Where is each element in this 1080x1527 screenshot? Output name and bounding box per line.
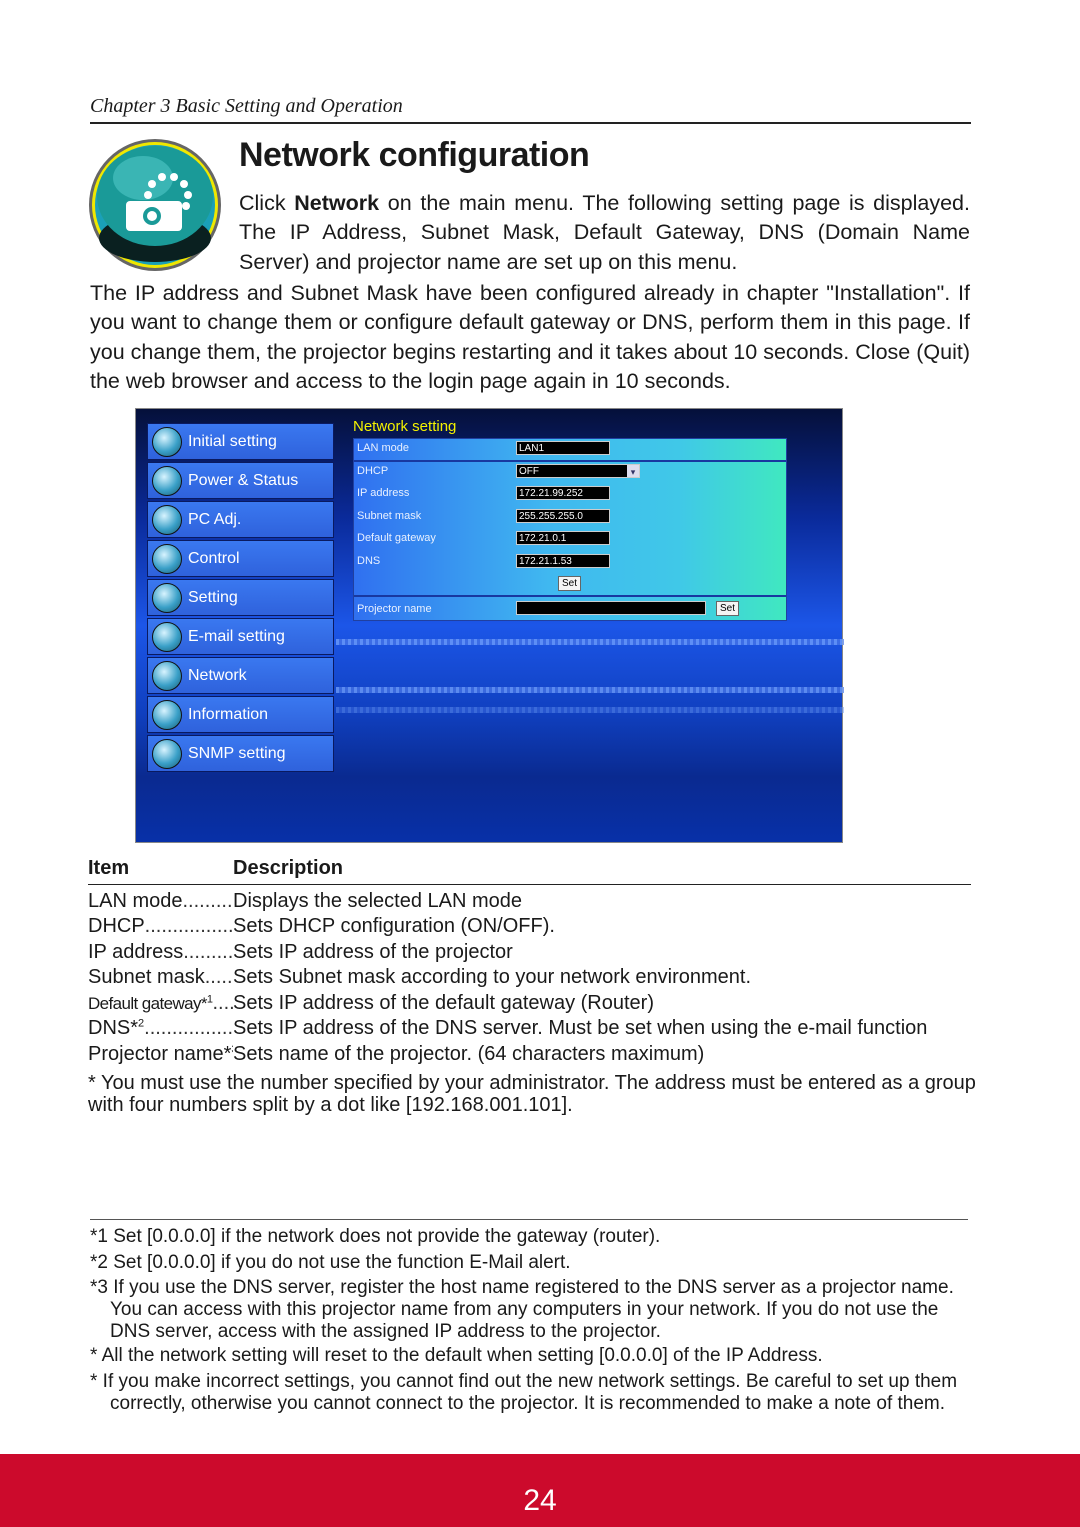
menu-item-power-status[interactable]: Power & Status — [147, 462, 334, 499]
table-row: Default gateway*1.......................… — [88, 992, 654, 1015]
subnet-mask-input[interactable]: 255.255.255.0 — [516, 509, 610, 523]
ip-address-label: IP address — [357, 487, 410, 499]
menu-item-snmp-setting[interactable]: SNMP setting — [147, 735, 334, 772]
footnote: * If you make incorrect settings, you ca… — [90, 1371, 958, 1414]
dns-input[interactable]: 172.21.1.53 — [516, 554, 610, 568]
table-row: DHCP....................................… — [88, 915, 555, 938]
subnet-mask-label: Subnet mask — [357, 510, 422, 522]
table-row: LAN mode................................… — [88, 890, 522, 913]
leader-dots: ........................................… — [144, 915, 233, 937]
default-gateway-label: Default gateway — [357, 532, 436, 544]
projector-name-label: Projector name — [357, 603, 432, 615]
decor-band — [336, 707, 844, 713]
menu-icon — [152, 504, 182, 535]
dhcp-label: DHCP — [357, 465, 389, 477]
item-description: Sets IP address of the default gateway (… — [233, 992, 654, 1014]
menu-item-pc-adj[interactable]: PC Adj. — [147, 501, 334, 538]
item-name: Subnet mask — [88, 966, 205, 988]
menu-item-label: PC Adj. — [188, 510, 242, 528]
set-button[interactable]: Set — [558, 576, 582, 591]
intro-paragraph: Click Network on the main menu. The foll… — [239, 189, 970, 277]
note: * You must use the number specified by y… — [88, 1072, 976, 1116]
menu-item-label: Network — [188, 666, 247, 684]
menu-item-e-mail-setting[interactable]: E-mail setting — [147, 618, 334, 655]
intro-text: Click — [239, 191, 295, 215]
decor-band — [336, 639, 844, 645]
footnote: *3 If you use the DNS server, register t… — [90, 1277, 954, 1342]
dhcp-select[interactable]: OFF ▾ — [516, 464, 640, 478]
item-name: DNS*2 — [88, 1017, 145, 1039]
menu-item-label: Information — [188, 705, 269, 723]
table-row: DNS*2...................................… — [88, 1017, 927, 1040]
menu-item-label: SNMP setting — [188, 744, 286, 762]
leader-dots: ........................................… — [144, 1017, 233, 1039]
menu-item-label: Setting — [188, 588, 238, 606]
item-name: Default gateway*1 — [88, 993, 213, 1013]
table-row: Projector name*3........................… — [88, 1043, 704, 1066]
leader-dots: ........................................… — [212, 992, 233, 1014]
menu-icon — [152, 582, 182, 613]
lan-mode-label: LAN mode — [357, 442, 409, 454]
network-setting-panel: LAN mode LAN1 DHCP OFF ▾ IP address 172.2… — [353, 438, 787, 621]
divider — [354, 460, 786, 462]
menu-item-setting[interactable]: Setting — [147, 579, 334, 616]
menu-icon — [152, 660, 182, 691]
intro-bold-network: Network — [294, 191, 380, 215]
item-description: Displays the selected LAN mode — [233, 890, 523, 912]
menu-item-label: E-mail setting — [188, 627, 285, 645]
table-row: IP address..............................… — [88, 941, 513, 964]
item-description: Sets Subnet mask according to your netwo… — [233, 966, 752, 988]
menu-icon — [152, 699, 182, 730]
leader-dots: ........................................… — [204, 966, 233, 988]
lan-mode-value: LAN1 — [516, 441, 610, 455]
menu-icon — [152, 543, 182, 574]
item-description: Sets DHCP configuration (ON/OFF). — [233, 915, 555, 937]
item-name: Projector name*3 — [88, 1043, 233, 1065]
chapter-header: Chapter 3 Basic Setting and Operation — [90, 95, 403, 117]
item-name: DHCP — [88, 915, 145, 937]
leader-dots: ........................................… — [183, 941, 233, 963]
network-setting-screenshot: Initial setting Power & Status PC Adj. Cont… — [135, 408, 844, 843]
column-item: Item — [88, 857, 130, 879]
chevron-down-icon: ▾ — [627, 465, 639, 477]
footnote-divider — [90, 1219, 968, 1220]
menu-item-information[interactable]: Information — [147, 696, 334, 733]
dns-label: DNS — [357, 555, 381, 567]
menu-item-control[interactable]: Control — [147, 540, 334, 577]
default-gateway-input[interactable]: 172.21.0.1 — [516, 531, 610, 545]
leader-dots: ........................................… — [182, 890, 234, 912]
item-name: LAN mode — [88, 890, 183, 912]
item-name: IP address — [88, 941, 184, 963]
decor-band — [336, 687, 844, 693]
ip-address-input[interactable]: 172.21.99.252 — [516, 486, 610, 500]
item-description: Sets name of the projector. (64 characte… — [233, 1043, 705, 1065]
menu-icon — [152, 465, 182, 496]
footnote: * All the network setting will reset to … — [90, 1345, 823, 1366]
page-title: Network configuration — [239, 136, 590, 174]
footnote: *2 Set [0.0.0.0] if you do not use the f… — [90, 1252, 571, 1273]
column-description: Description — [233, 857, 344, 879]
dhcp-value: OFF — [519, 466, 539, 477]
projector-name-set-button[interactable]: Set — [716, 601, 740, 616]
menu-icon — [152, 426, 182, 457]
item-description: Sets IP address of the projector — [233, 941, 513, 963]
menu-item-label: Power & Status — [188, 471, 299, 489]
network-setting-title: Network setting — [353, 418, 457, 435]
table-row: Subnet mask.............................… — [88, 966, 751, 989]
network-camera-icon — [89, 139, 221, 271]
table-header: Item Description — [88, 857, 971, 885]
item-description: Sets IP address of the DNS server. Must … — [233, 1017, 928, 1039]
menu-item-label: Control — [188, 549, 240, 567]
menu-item-label: Initial setting — [188, 432, 277, 450]
menu-icon — [152, 621, 182, 652]
menu-icon — [152, 738, 182, 769]
page-number: 24 — [523, 1484, 557, 1517]
footnote: *1 Set [0.0.0.0] if the network does not… — [90, 1226, 661, 1247]
projector-name-input[interactable] — [516, 601, 706, 615]
menu-item-network[interactable]: Network — [147, 657, 334, 694]
divider — [354, 595, 786, 597]
header-divider — [90, 122, 971, 124]
description-paragraph: The IP address and Subnet Mask have been… — [90, 281, 970, 393]
menu-item-initial-setting[interactable]: Initial setting — [147, 423, 334, 460]
